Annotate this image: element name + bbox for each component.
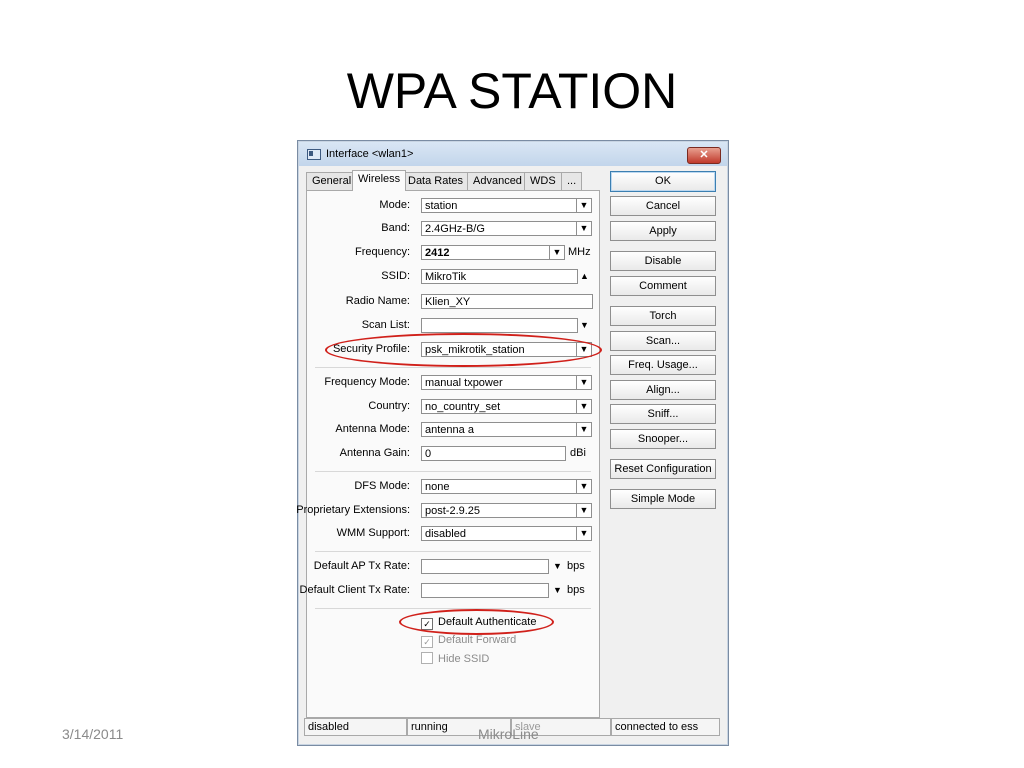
- default-client-tx-rate-input[interactable]: [421, 583, 549, 598]
- country-select[interactable]: no_country_set: [421, 399, 578, 414]
- slide-date: 3/14/2011: [62, 726, 124, 742]
- mode-dropdown-icon[interactable]: ▼: [576, 198, 592, 213]
- status-enabled: disabled: [304, 718, 407, 736]
- reset-configuration-button[interactable]: Reset Configuration: [610, 459, 716, 479]
- band-label: Band:: [381, 222, 410, 234]
- wireless-panel: Mode: station ▼ Band: 2.4GHz-B/G ▼ Frequ…: [296, 190, 600, 718]
- slide-title: WPA STATION: [346, 63, 678, 119]
- snooper-button[interactable]: Snooper...: [610, 429, 716, 449]
- sniff-button[interactable]: Sniff...: [610, 404, 716, 424]
- proprietary-extensions-select[interactable]: post-2.9.25: [421, 503, 578, 518]
- hide-ssid-label: Hide SSID: [438, 653, 490, 665]
- default-authenticate-checkbox[interactable]: ✓: [421, 618, 433, 630]
- tab-more[interactable]: ...: [561, 172, 583, 190]
- title-bar[interactable]: Interface <wlan1> ✕: [299, 142, 727, 166]
- mode-label: Mode:: [379, 199, 410, 211]
- status-connection: connected to ess: [611, 718, 720, 736]
- interface-dialog: Interface <wlan1> ✕ General Wireless Dat…: [296, 140, 729, 746]
- security-profile-dropdown-icon[interactable]: ▼: [576, 342, 592, 357]
- band-dropdown-icon[interactable]: ▼: [576, 221, 592, 236]
- default-ap-tx-rate-dropdown-icon[interactable]: ▼: [553, 559, 562, 574]
- disable-button[interactable]: Disable: [610, 251, 716, 271]
- default-authenticate-option[interactable]: ✓ Default Authenticate: [421, 616, 536, 630]
- scan-list-dropdown-icon[interactable]: ▼: [580, 318, 589, 333]
- slide-footer: MikroLine: [478, 726, 539, 742]
- dfs-mode-select[interactable]: none: [421, 479, 578, 494]
- security-profile-select[interactable]: psk_mikrotik_station: [421, 342, 578, 357]
- frequency-mode-select[interactable]: manual txpower: [421, 375, 578, 390]
- default-client-tx-rate-unit: bps: [567, 584, 585, 596]
- tab-general[interactable]: General: [306, 172, 358, 190]
- proprietary-extensions-label: Proprietary Extensions:: [296, 504, 410, 516]
- country-label: Country:: [368, 400, 410, 412]
- ssid-input[interactable]: MikroTik: [421, 269, 578, 284]
- close-button[interactable]: ✕: [687, 147, 721, 164]
- wmm-support-dropdown-icon[interactable]: ▼: [576, 526, 592, 541]
- frequency-mode-label: Frequency Mode:: [324, 376, 410, 388]
- ssid-collapse-icon[interactable]: ▲: [580, 269, 589, 284]
- comment-button[interactable]: Comment: [610, 276, 716, 296]
- default-ap-tx-rate-label: Default AP Tx Rate:: [313, 560, 410, 572]
- frequency-select[interactable]: 2412: [421, 245, 550, 260]
- default-ap-tx-rate-unit: bps: [567, 560, 585, 572]
- torch-button[interactable]: Torch: [610, 306, 716, 326]
- ssid-label: SSID:: [381, 270, 410, 282]
- proprietary-extensions-dropdown-icon[interactable]: ▼: [576, 503, 592, 518]
- default-forward-label: Default Forward: [438, 634, 517, 646]
- ok-button[interactable]: OK: [610, 171, 716, 192]
- antenna-gain-unit: dBi: [570, 447, 586, 459]
- mode-select[interactable]: station: [421, 198, 578, 213]
- tab-wireless[interactable]: Wireless: [352, 170, 407, 191]
- antenna-gain-input[interactable]: 0: [421, 446, 566, 461]
- default-client-tx-rate-dropdown-icon[interactable]: ▼: [553, 583, 562, 598]
- scan-list-input[interactable]: [421, 318, 578, 333]
- antenna-mode-label: Antenna Mode:: [335, 423, 410, 435]
- band-select[interactable]: 2.4GHz-B/G: [421, 221, 578, 236]
- scan-button[interactable]: Scan...: [610, 331, 716, 351]
- section-divider: [315, 367, 591, 368]
- default-ap-tx-rate-input[interactable]: [421, 559, 549, 574]
- antenna-mode-dropdown-icon[interactable]: ▼: [576, 422, 592, 437]
- cancel-button[interactable]: Cancel: [610, 196, 716, 216]
- radio-name-input[interactable]: Klien_XY: [421, 294, 593, 309]
- apply-button[interactable]: Apply: [610, 221, 716, 241]
- tab-data-rates[interactable]: Data Rates: [402, 172, 470, 190]
- frequency-dropdown-icon[interactable]: ▼: [549, 245, 565, 260]
- dfs-mode-label: DFS Mode:: [354, 480, 410, 492]
- frequency-unit: MHz: [568, 246, 591, 258]
- tab-wds[interactable]: WDS: [524, 172, 562, 190]
- dfs-mode-dropdown-icon[interactable]: ▼: [576, 479, 592, 494]
- section-divider: [315, 551, 591, 552]
- hide-ssid-checkbox: [421, 652, 433, 664]
- tab-advanced[interactable]: Advanced: [467, 172, 528, 190]
- simple-mode-button[interactable]: Simple Mode: [610, 489, 716, 509]
- radio-name-label: Radio Name:: [345, 295, 410, 307]
- wmm-support-select[interactable]: disabled: [421, 526, 578, 541]
- hide-ssid-option: Hide SSID: [421, 652, 489, 666]
- security-profile-label: Security Profile:: [332, 343, 410, 355]
- country-dropdown-icon[interactable]: ▼: [576, 399, 592, 414]
- scan-list-label: Scan List:: [361, 319, 410, 331]
- antenna-gain-label: Antenna Gain:: [339, 447, 410, 459]
- default-client-tx-rate-label: Default Client Tx Rate:: [299, 584, 410, 596]
- antenna-mode-select[interactable]: antenna a: [421, 422, 578, 437]
- wmm-support-label: WMM Support:: [336, 527, 410, 539]
- default-forward-checkbox: ✓: [421, 636, 433, 648]
- default-forward-option: ✓ Default Forward: [421, 634, 516, 648]
- frequency-mode-dropdown-icon[interactable]: ▼: [576, 375, 592, 390]
- window-icon: [307, 149, 321, 160]
- section-divider: [315, 471, 591, 472]
- freq-usage-button[interactable]: Freq. Usage...: [610, 355, 716, 375]
- default-authenticate-label: Default Authenticate: [438, 616, 537, 628]
- align-button[interactable]: Align...: [610, 380, 716, 400]
- section-divider: [315, 608, 591, 609]
- frequency-label: Frequency:: [354, 246, 410, 258]
- window-title: Interface <wlan1>: [326, 148, 414, 160]
